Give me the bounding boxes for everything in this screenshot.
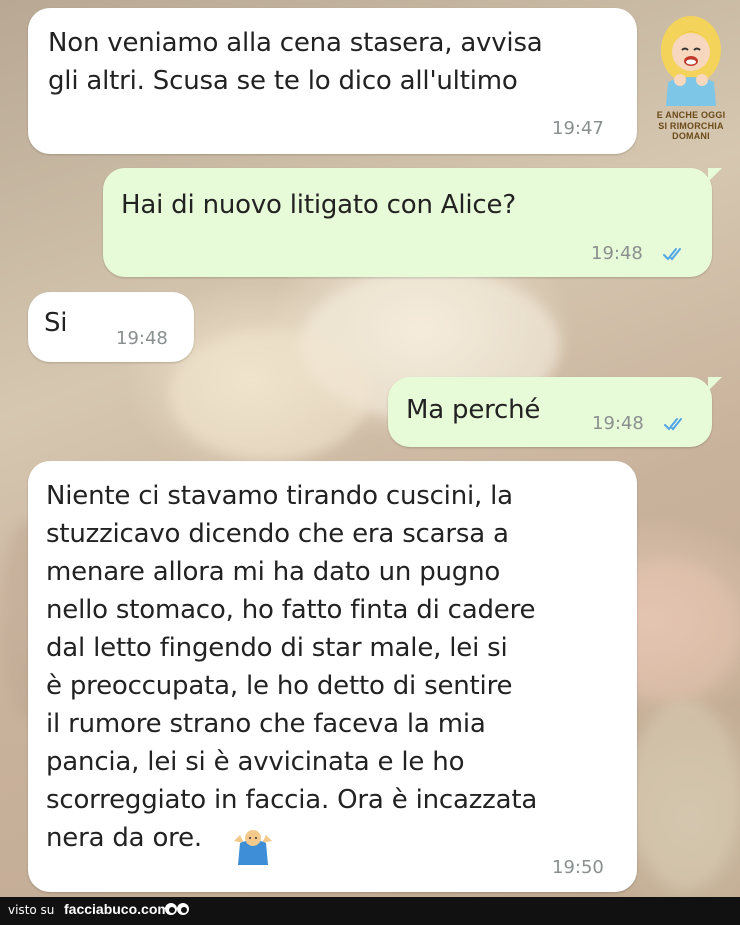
message-time: 19:50 xyxy=(552,857,604,878)
footer-visto: visto su xyxy=(8,903,55,917)
double-check-icon xyxy=(663,248,681,261)
man-shrugging-icon xyxy=(234,830,272,865)
footer-site-link[interactable]: facciabuco.com xyxy=(64,901,170,917)
watermark-line2: SI RIMORCHIA DOMANI xyxy=(658,121,724,141)
message-text: Hai di nuovo litigato con Alice? xyxy=(121,190,516,220)
eyes-icon xyxy=(165,903,189,915)
message-bubble-outgoing[interactable]: Ma perché 19:48 xyxy=(388,377,712,447)
site-footer: visto su facciabuco.com xyxy=(0,897,740,925)
cartoon-girl-icon xyxy=(661,16,721,106)
message-text: Niente ci stavamo tirando cuscini, la st… xyxy=(46,481,538,853)
message-text: Non veniamo alla cena stasera, avvisa gl… xyxy=(48,28,543,96)
wallpaper-texture xyxy=(170,330,370,460)
message-time: 19:48 xyxy=(116,328,168,349)
bubble-tail xyxy=(708,168,722,182)
message-time: 19:47 xyxy=(552,118,604,139)
message-bubble-incoming[interactable]: Niente ci stavamo tirando cuscini, la st… xyxy=(28,461,637,892)
message-text: Ma perché xyxy=(406,395,541,425)
double-check-icon xyxy=(664,418,682,431)
bubble-tail xyxy=(708,377,722,391)
message-text: Si xyxy=(44,308,68,338)
watermark-logo: E ANCHE OGGI SI RIMORCHIA DOMANI xyxy=(650,10,732,141)
message-bubble-incoming[interactable]: Non veniamo alla cena stasera, avvisa gl… xyxy=(28,8,637,154)
message-bubble-incoming[interactable]: Si 19:48 xyxy=(28,292,194,362)
watermark-line1: E ANCHE OGGI xyxy=(656,110,726,120)
message-time: 19:48 xyxy=(592,413,644,434)
wallpaper-texture xyxy=(630,700,740,890)
message-time: 19:48 xyxy=(591,243,643,264)
message-bubble-outgoing[interactable]: Hai di nuovo litigato con Alice? 19:48 xyxy=(103,168,712,277)
